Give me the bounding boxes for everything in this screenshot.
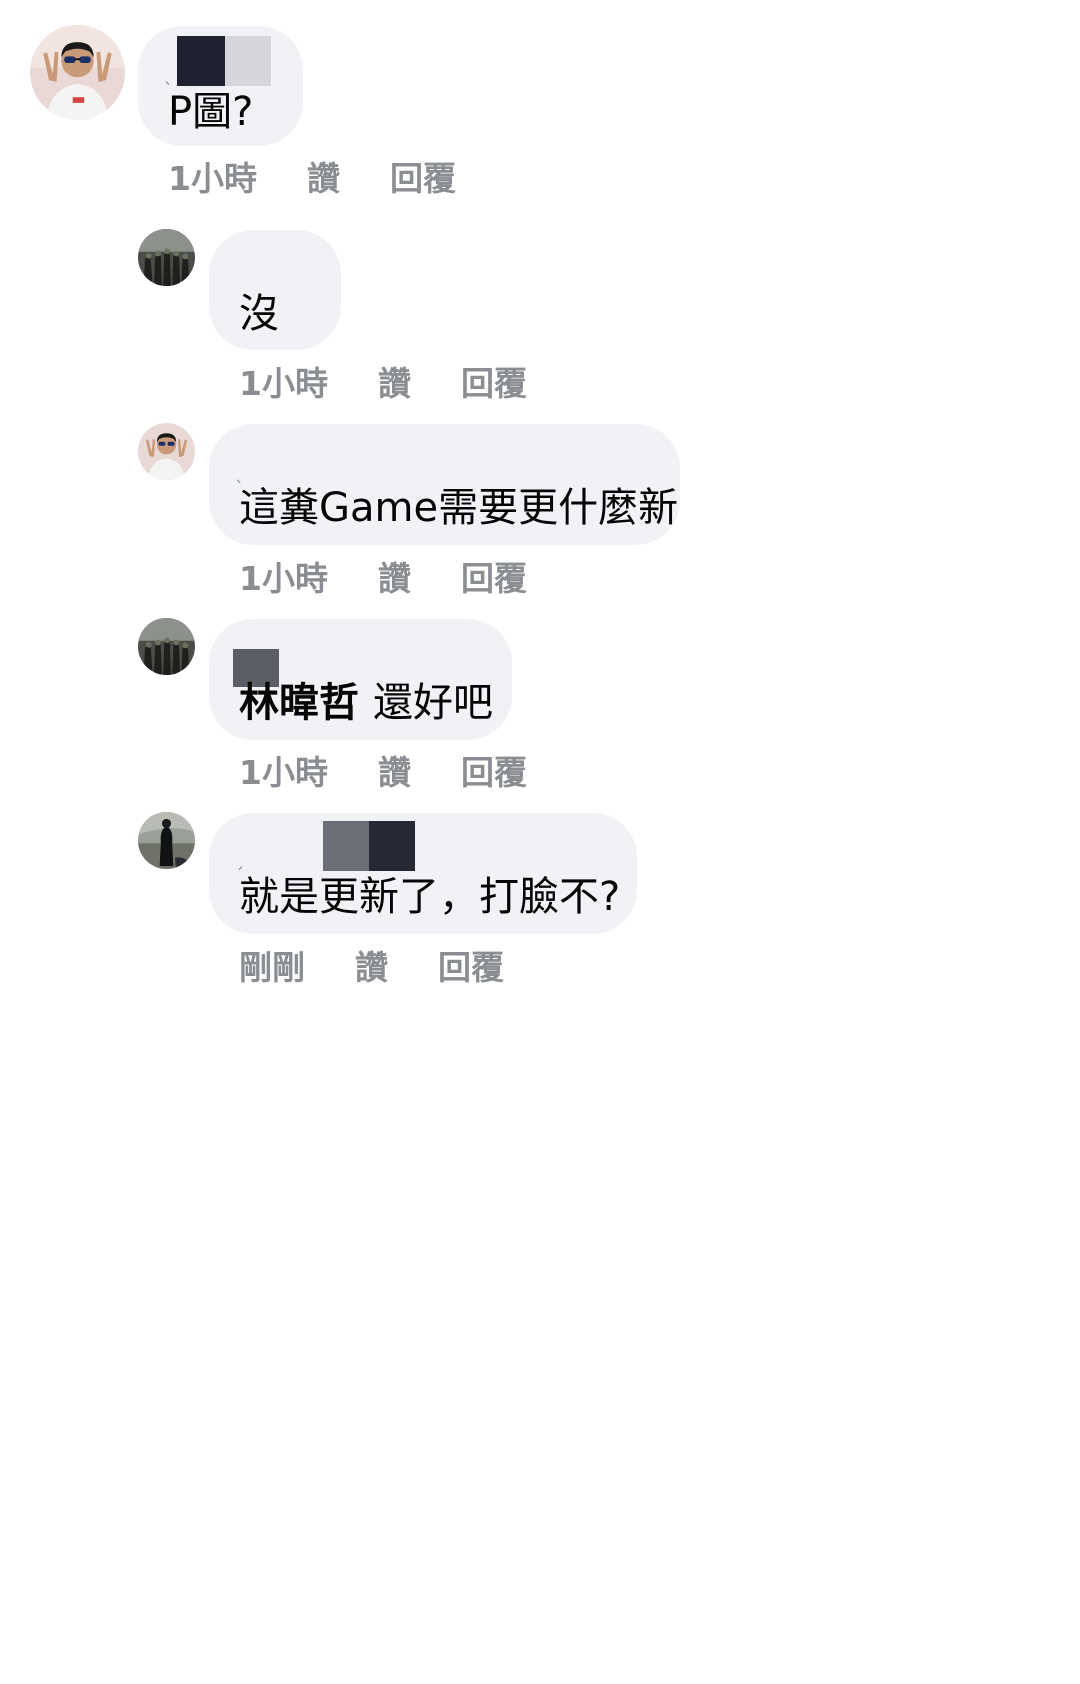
comment-actions: 剛剛 讚 回覆	[239, 941, 504, 989]
redaction-block	[369, 821, 415, 871]
redaction-block	[225, 36, 271, 86]
mention-link[interactable]: 林暐哲	[239, 680, 359, 726]
redaction-block	[177, 36, 225, 86]
comment-actions: 1小時 讚 回覆	[239, 552, 527, 600]
author-name[interactable]: ˎ	[164, 36, 271, 86]
comment-actions: 1小時 讚 回覆	[239, 746, 527, 794]
comment-bubble: 林暐哲 還好吧	[209, 619, 512, 740]
avatar-outdoor-person-icon	[138, 812, 195, 869]
avatar-group-photo-icon	[138, 618, 195, 675]
avatar-group-photo-icon	[138, 229, 195, 286]
comment-text: 這糞Game需要更什麼新	[239, 485, 679, 531]
reply-button[interactable]: 回覆	[461, 357, 527, 405]
like-button[interactable]: 讚	[378, 746, 411, 794]
reply-button[interactable]: 回覆	[461, 746, 527, 794]
comment-bubble: ˏ 就是更新了，打臉不?	[209, 813, 637, 934]
author-name-fragment: ˎ	[164, 65, 173, 86]
avatar-peace-sign-sunglasses-icon	[138, 423, 195, 480]
comment-bubble: ˎ 這糞Game需要更什麼新	[209, 424, 680, 545]
comment-text-body: 還好吧	[373, 680, 493, 726]
author-name[interactable]: ˏ	[235, 821, 415, 871]
timestamp[interactable]: 1小時	[239, 357, 328, 405]
author-name-fragment: ˏ	[235, 850, 244, 871]
like-button[interactable]: 讚	[355, 941, 388, 989]
reply-button[interactable]: 回覆	[461, 552, 527, 600]
redaction-block	[323, 821, 369, 871]
author-name-fragment: ˎ	[235, 463, 244, 484]
timestamp[interactable]: 1小時	[239, 552, 328, 600]
like-button[interactable]: 讚	[378, 357, 411, 405]
comment-actions: 1小時 讚 回覆	[239, 357, 527, 405]
avatar[interactable]	[138, 812, 195, 869]
avatar-peace-sign-sunglasses-icon	[30, 25, 125, 120]
avatar[interactable]	[138, 618, 195, 675]
reply-button[interactable]: 回覆	[390, 152, 456, 200]
comment-bubble: ˎ P圖?	[138, 26, 303, 146]
avatar[interactable]	[138, 423, 195, 480]
author-name[interactable]: ˎ	[235, 434, 248, 484]
timestamp[interactable]: 1小時	[168, 152, 257, 200]
avatar[interactable]	[30, 25, 125, 120]
avatar[interactable]	[138, 229, 195, 286]
like-button[interactable]: 讚	[307, 152, 340, 200]
comment-text: 就是更新了，打臉不?	[239, 874, 621, 920]
timestamp[interactable]: 剛剛	[239, 941, 305, 989]
comment-text: 沒	[239, 291, 279, 337]
comment-actions: 1小時 讚 回覆	[168, 152, 456, 200]
comment-text: 林暐哲 還好吧	[239, 683, 493, 723]
like-button[interactable]: 讚	[378, 552, 411, 600]
comment-bubble: 沒	[209, 230, 341, 350]
redaction-block	[248, 821, 323, 871]
comment-text: P圖?	[168, 89, 254, 135]
reply-button[interactable]: 回覆	[438, 941, 504, 989]
timestamp[interactable]: 1小時	[239, 746, 328, 794]
